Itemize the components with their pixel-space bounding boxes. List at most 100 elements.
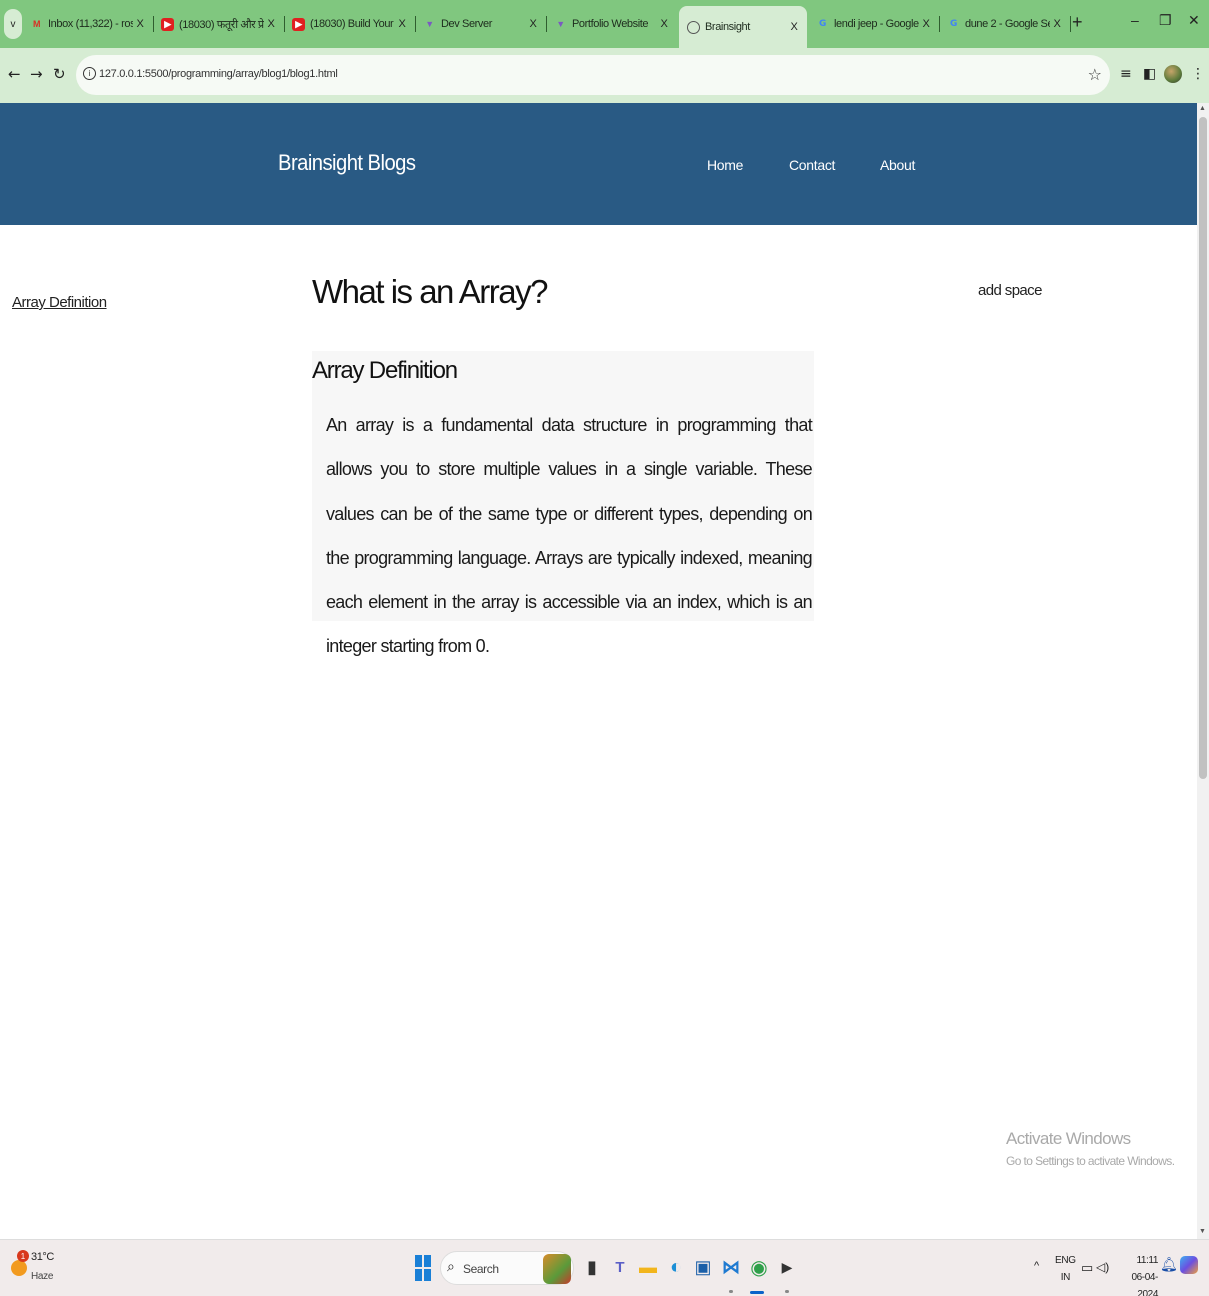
tab-separator [1070,16,1071,32]
profile-avatar[interactable] [1164,65,1182,83]
tab-portfolio-website[interactable]: ▼ Portfolio Website X [546,6,677,42]
scrollbar-thumb[interactable] [1199,117,1207,779]
close-icon[interactable]: X [264,18,278,30]
browser-tab-strip: v M Inbox (11,322) - roshanlal X ▶ (1803… [0,0,1209,48]
edge-icon[interactable]: ◐ [665,1254,687,1280]
google-icon: G [950,19,957,29]
tab-title: (18030) फतूरी और प्रेमिका ब म्ह में [179,18,264,31]
tab-title: dune 2 - Google Search [965,18,1050,30]
close-icon[interactable]: X [919,18,933,30]
reading-list-icon[interactable]: ≡ [1120,66,1132,82]
region-code: IN [1060,1272,1071,1283]
teams-icon[interactable]: T [609,1254,631,1280]
gmail-icon: M [32,19,41,29]
taskbar-search-placeholder: Search [463,1262,499,1276]
app-running-indicator [785,1290,789,1293]
weather-condition[interactable]: Haze [31,1271,53,1282]
scroll-down-arrow-icon[interactable]: ▼ [1199,1228,1206,1235]
notification-bell-icon[interactable]: 🔔︎ [1160,1257,1178,1273]
network-icon[interactable]: ▭ [1081,1260,1093,1276]
tab-title: lendi jeep - Google Search [834,18,919,30]
minimize-button[interactable]: – [1131,12,1139,28]
scroll-up-arrow-icon[interactable]: ▲ [1199,105,1206,112]
weather-widget-icon[interactable]: 1 [11,1250,29,1276]
close-icon[interactable]: X [526,18,540,30]
tab-dev-server[interactable]: ▼ Dev Server X [415,6,547,42]
nav-home-link[interactable]: Home [707,157,743,173]
page-scrollbar[interactable]: ▲ ▼ [1197,103,1209,1239]
volume-icon[interactable]: ◁) [1096,1260,1109,1274]
file-explorer-icon[interactable]: ▬ [637,1254,659,1280]
app-running-indicator [729,1290,733,1293]
tab-youtube-2[interactable]: ▶ (18030) Build Your Portfolio X [284,6,416,42]
section-heading: Array Definition [312,357,458,384]
close-icon[interactable]: X [133,18,147,30]
back-arrow-icon[interactable]: ← [8,65,21,83]
restore-button[interactable]: ❐ [1159,12,1172,29]
page-title: What is an Array? [312,273,548,310]
nav-contact-link[interactable]: Contact [789,157,835,173]
tab-gmail-inbox[interactable]: M Inbox (11,322) - roshanlal X [22,6,154,42]
page-viewport: Brainsight Blogs Home Contact About Arra… [0,103,1197,1239]
tab-google-search-2[interactable]: G dune 2 - Google Search X [939,6,1071,42]
close-icon[interactable]: X [657,18,671,30]
browser-toolbar: ← → ↻ i 127.0.0.1:5500/programming/array… [0,48,1209,103]
bookmark-star-icon[interactable]: ☆ [1088,65,1102,84]
close-icon[interactable]: X [1050,18,1064,30]
menu-kebab-icon[interactable]: ⋮ [1191,66,1205,82]
forward-arrow-icon[interactable]: → [30,65,43,83]
site-header: Brainsight Blogs Home Contact About [0,103,1197,225]
close-icon[interactable]: X [395,18,409,30]
chrome-icon[interactable]: ◉ [748,1254,770,1280]
tab-search-button[interactable]: v [4,9,22,39]
tab-google-search-1[interactable]: G lendi jeep - Google Search X [808,6,940,42]
file-app-icon[interactable]: ▮ [581,1254,603,1280]
watermark-title: Activate Windows [1006,1129,1131,1148]
tab-title: Dev Server [441,18,493,30]
reload-icon[interactable]: ↻ [53,65,66,83]
taskbar-clock[interactable]: 11:11 06-04-2024 [1118,1252,1158,1296]
tab-brainsight[interactable]: Brainsight X [679,6,807,48]
weather-temperature[interactable]: 31°C [31,1251,54,1263]
site-info-icon[interactable]: i [83,67,96,80]
section-body: An array is a fundamental data structure… [326,415,813,657]
vite-icon: ▼ [425,19,434,29]
vite-icon: ▼ [556,19,565,29]
new-tab-button[interactable]: + [1072,12,1083,33]
clock-date: 06-04-2024 [1131,1272,1158,1296]
store-icon[interactable]: ▣ [692,1254,714,1280]
clock-time: 11:11 [1136,1255,1158,1266]
windows-start-icon[interactable] [415,1255,431,1281]
site-brand[interactable]: Brainsight Blogs [278,150,416,176]
copilot-icon[interactable] [1180,1256,1198,1274]
side-panel-icon[interactable]: ◧ [1143,66,1156,82]
search-highlight-image [543,1254,571,1284]
sidebar-array-definition-link[interactable]: Array Definition [12,294,107,311]
window-close-button[interactable]: ✕ [1188,12,1200,29]
globe-icon [687,20,700,34]
tab-title: Inbox (11,322) - roshanlal [48,18,133,30]
tab-youtube-1[interactable]: ▶ (18030) फतूरी और प्रेमिका ब म्ह में X [153,6,285,42]
array-definition-section: Array Definition An array is a fundament… [312,351,814,656]
tray-overflow-chevron-icon[interactable]: ^ [1034,1260,1039,1272]
tab-title: Brainsight [705,21,750,33]
url-text[interactable]: 127.0.0.1:5500/programming/array/blog1/b… [99,68,338,80]
address-bar[interactable]: i 127.0.0.1:5500/programming/array/blog1… [76,55,1110,95]
youtube-icon: ▶ [161,17,174,31]
taskbar-search-box[interactable]: ⌕ Search [440,1251,574,1285]
input-language-indicator[interactable]: ENG IN [1055,1252,1076,1286]
language-code: ENG [1055,1255,1076,1266]
terminal-icon[interactable]: ▶ [776,1254,798,1280]
search-icon: ⌕ [447,1259,455,1275]
weather-alert-badge: 1 [17,1250,29,1262]
youtube-icon: ▶ [292,17,305,31]
google-icon: G [819,19,826,29]
vscode-icon[interactable]: ⋈ [720,1254,742,1280]
close-icon[interactable]: X [787,21,801,33]
weather-sun-icon [11,1260,27,1276]
nav-about-link[interactable]: About [880,157,915,173]
app-active-indicator [750,1291,764,1294]
tab-title: Portfolio Website [572,18,649,30]
windows-taskbar: 1 31°C Haze ⌕ Search ▮ T ▬ ◐ ▣ ⋈ ◉ ▶ ^ E… [0,1239,1209,1296]
tab-title: (18030) Build Your Portfolio [310,18,395,30]
